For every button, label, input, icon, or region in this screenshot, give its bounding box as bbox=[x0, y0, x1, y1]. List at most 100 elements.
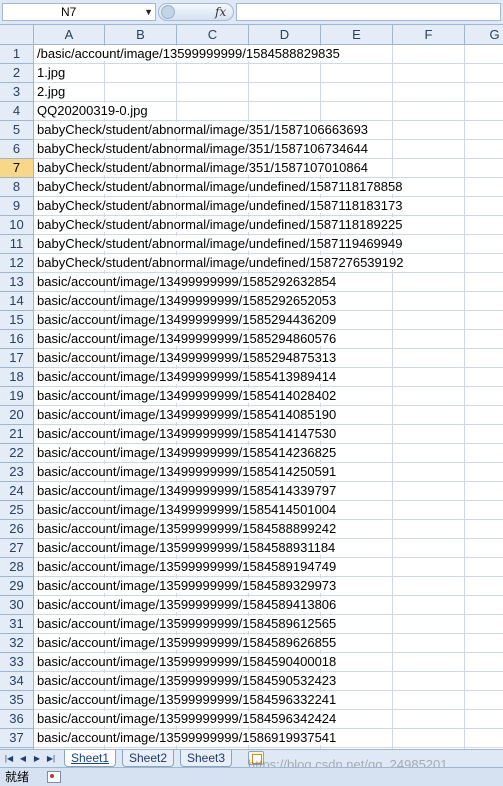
cell-a[interactable]: QQ20200319-0.jpg bbox=[37, 103, 149, 118]
last-sheet-icon[interactable]: ▶| bbox=[45, 752, 57, 765]
row-header[interactable]: 2 bbox=[0, 64, 33, 83]
column-header[interactable]: E bbox=[321, 25, 393, 44]
row-header[interactable]: 26 bbox=[0, 520, 33, 539]
cell-a[interactable]: basic/account/image/13599999999/15845893… bbox=[37, 578, 338, 593]
row-header[interactable]: 33 bbox=[0, 653, 33, 672]
circle-knob-icon[interactable] bbox=[161, 5, 175, 19]
select-all-corner[interactable] bbox=[0, 25, 34, 45]
row-header[interactable]: 6 bbox=[0, 140, 33, 159]
cell-a[interactable]: basic/account/image/13599999999/15845889… bbox=[37, 540, 337, 555]
cell-a[interactable]: basic/account/image/13499999999/15854142… bbox=[37, 445, 338, 460]
row-header[interactable]: 28 bbox=[0, 558, 33, 577]
formula-input[interactable] bbox=[236, 3, 501, 21]
row-header[interactable]: 24 bbox=[0, 482, 33, 501]
row-header[interactable]: 37 bbox=[0, 729, 33, 748]
cell-a[interactable]: basic/account/image/13599999999/15845896… bbox=[37, 616, 338, 631]
cell-a[interactable]: basic/account/image/13599999999/15845896… bbox=[37, 635, 338, 650]
cell-a[interactable]: basic/account/image/13499999999/15854140… bbox=[37, 388, 338, 403]
row-header[interactable]: 8 bbox=[0, 178, 33, 197]
cell-a[interactable]: babyCheck/student/abnormal/image/undefin… bbox=[37, 198, 404, 213]
cell-a[interactable]: 1.jpg bbox=[37, 65, 67, 80]
cell-a[interactable]: basic/account/image/13499999999/15854143… bbox=[37, 483, 338, 498]
cell-a[interactable]: 2.jpg bbox=[37, 84, 67, 99]
row-header[interactable]: 32 bbox=[0, 634, 33, 653]
name-box[interactable]: N7 ▼ bbox=[2, 3, 156, 21]
cell-a[interactable]: basic/account/image/13499999999/15854141… bbox=[37, 426, 338, 441]
row-header[interactable]: 21 bbox=[0, 425, 33, 444]
row-header[interactable]: 5 bbox=[0, 121, 33, 140]
cell-a[interactable]: basic/account/image/13499999999/15852926… bbox=[37, 293, 338, 308]
cell-a[interactable]: basic/account/image/13499999999/15854139… bbox=[37, 369, 338, 384]
cell-a[interactable]: basic/account/image/13599999999/15845894… bbox=[37, 597, 338, 612]
cell-a[interactable]: basic/account/image/13599999999/15845904… bbox=[37, 654, 338, 669]
row-header[interactable]: 11 bbox=[0, 235, 33, 254]
cell-a[interactable]: basic/account/image/13599999999/15845963… bbox=[37, 692, 338, 707]
cell-a[interactable]: basic/account/image/13599999999/15845888… bbox=[37, 521, 338, 536]
chevron-down-icon[interactable]: ▼ bbox=[144, 4, 153, 20]
next-sheet-icon[interactable]: ▶ bbox=[31, 752, 43, 765]
cell-a[interactable]: basic/account/image/13599999999/15869199… bbox=[37, 730, 338, 745]
column-header[interactable]: B bbox=[105, 25, 177, 44]
row-header[interactable]: 30 bbox=[0, 596, 33, 615]
cell-a[interactable]: basic/account/image/13599999999/15845905… bbox=[37, 673, 338, 688]
insert-function-button[interactable]: fx bbox=[215, 4, 226, 20]
cell-a[interactable]: babyCheck/student/abnormal/image/undefin… bbox=[37, 217, 404, 232]
cell-a[interactable]: basic/account/image/13499999999/15854142… bbox=[37, 464, 338, 479]
row-header[interactable]: 16 bbox=[0, 330, 33, 349]
row-header[interactable]: 9 bbox=[0, 197, 33, 216]
cell-a[interactable]: basic/account/image/13599999999/15845891… bbox=[37, 559, 338, 574]
row-header[interactable]: 12 bbox=[0, 254, 33, 273]
row-header[interactable]: 14 bbox=[0, 292, 33, 311]
row-header[interactable]: 15 bbox=[0, 311, 33, 330]
row-header[interactable]: 19 bbox=[0, 387, 33, 406]
formula-bar: N7 ▼ fx bbox=[0, 0, 503, 25]
sheet-tab[interactable]: Sheet3 bbox=[180, 750, 233, 767]
row-header[interactable]: 22 bbox=[0, 444, 33, 463]
cell-a[interactable]: babyCheck/student/abnormal/image/undefin… bbox=[37, 179, 404, 194]
sheet-tab[interactable]: Sheet1 bbox=[64, 750, 117, 767]
column-header[interactable]: F bbox=[393, 25, 465, 44]
row-header[interactable]: 7 bbox=[0, 159, 33, 178]
column-header[interactable]: G bbox=[465, 25, 503, 44]
cell-a[interactable]: babyCheck/student/abnormal/image/351/158… bbox=[37, 122, 370, 137]
row-header[interactable]: 13 bbox=[0, 273, 33, 292]
cell-a[interactable]: /basic/account/image/13599999999/1584588… bbox=[37, 46, 341, 61]
row-header[interactable]: 25 bbox=[0, 501, 33, 520]
row-header[interactable]: 1 bbox=[0, 45, 33, 64]
cell-a[interactable]: basic/account/image/13599999999/15845963… bbox=[37, 711, 338, 726]
cell-a[interactable]: basic/account/image/13499999999/15852926… bbox=[37, 274, 338, 289]
row-header[interactable]: 35 bbox=[0, 691, 33, 710]
macro-record-icon[interactable] bbox=[47, 771, 61, 783]
column-header[interactable]: A bbox=[34, 25, 105, 44]
column-header[interactable]: D bbox=[249, 25, 321, 44]
row-header[interactable]: 4 bbox=[0, 102, 33, 121]
row-header[interactable]: 18 bbox=[0, 368, 33, 387]
cell-a[interactable]: basic/account/image/13499999999/15852948… bbox=[37, 331, 338, 346]
row-header[interactable]: 34 bbox=[0, 672, 33, 691]
row-header[interactable]: 17 bbox=[0, 349, 33, 368]
cell-a[interactable]: basic/account/image/13499999999/15852948… bbox=[37, 350, 338, 365]
cell-a[interactable]: babyCheck/student/abnormal/image/undefin… bbox=[37, 255, 405, 270]
row-header[interactable]: 36 bbox=[0, 710, 33, 729]
cell-a[interactable]: babyCheck/student/abnormal/image/undefin… bbox=[37, 236, 404, 251]
row-header[interactable]: 23 bbox=[0, 463, 33, 482]
prev-sheet-icon[interactable]: ◀ bbox=[17, 752, 29, 765]
row-header[interactable]: 3 bbox=[0, 83, 33, 102]
sheet-tab[interactable]: Sheet2 bbox=[122, 750, 175, 767]
row-header[interactable]: 27 bbox=[0, 539, 33, 558]
first-sheet-icon[interactable]: |◀ bbox=[3, 752, 15, 765]
cell-grid[interactable]: /basic/account/image/13599999999/1584588… bbox=[34, 45, 503, 749]
cell-a[interactable]: basic/account/image/13499999999/15854145… bbox=[37, 502, 338, 517]
cell-a[interactable]: babyCheck/student/abnormal/image/351/158… bbox=[37, 141, 370, 156]
table-row: basic/account/image/13599999999/15845904… bbox=[34, 653, 503, 672]
row-header[interactable]: 29 bbox=[0, 577, 33, 596]
cell-a[interactable]: basic/account/image/13499999999/15854140… bbox=[37, 407, 338, 422]
row-header[interactable]: 31 bbox=[0, 615, 33, 634]
row-header[interactable]: 10 bbox=[0, 216, 33, 235]
table-row: basic/account/image/13499999999/15852926… bbox=[34, 273, 503, 292]
cell-a[interactable]: basic/account/image/13499999999/15852944… bbox=[37, 312, 338, 327]
table-row: basic/account/image/13499999999/15854143… bbox=[34, 482, 503, 501]
column-header[interactable]: C bbox=[177, 25, 249, 44]
row-header[interactable]: 20 bbox=[0, 406, 33, 425]
cell-a[interactable]: babyCheck/student/abnormal/image/351/158… bbox=[37, 160, 370, 175]
